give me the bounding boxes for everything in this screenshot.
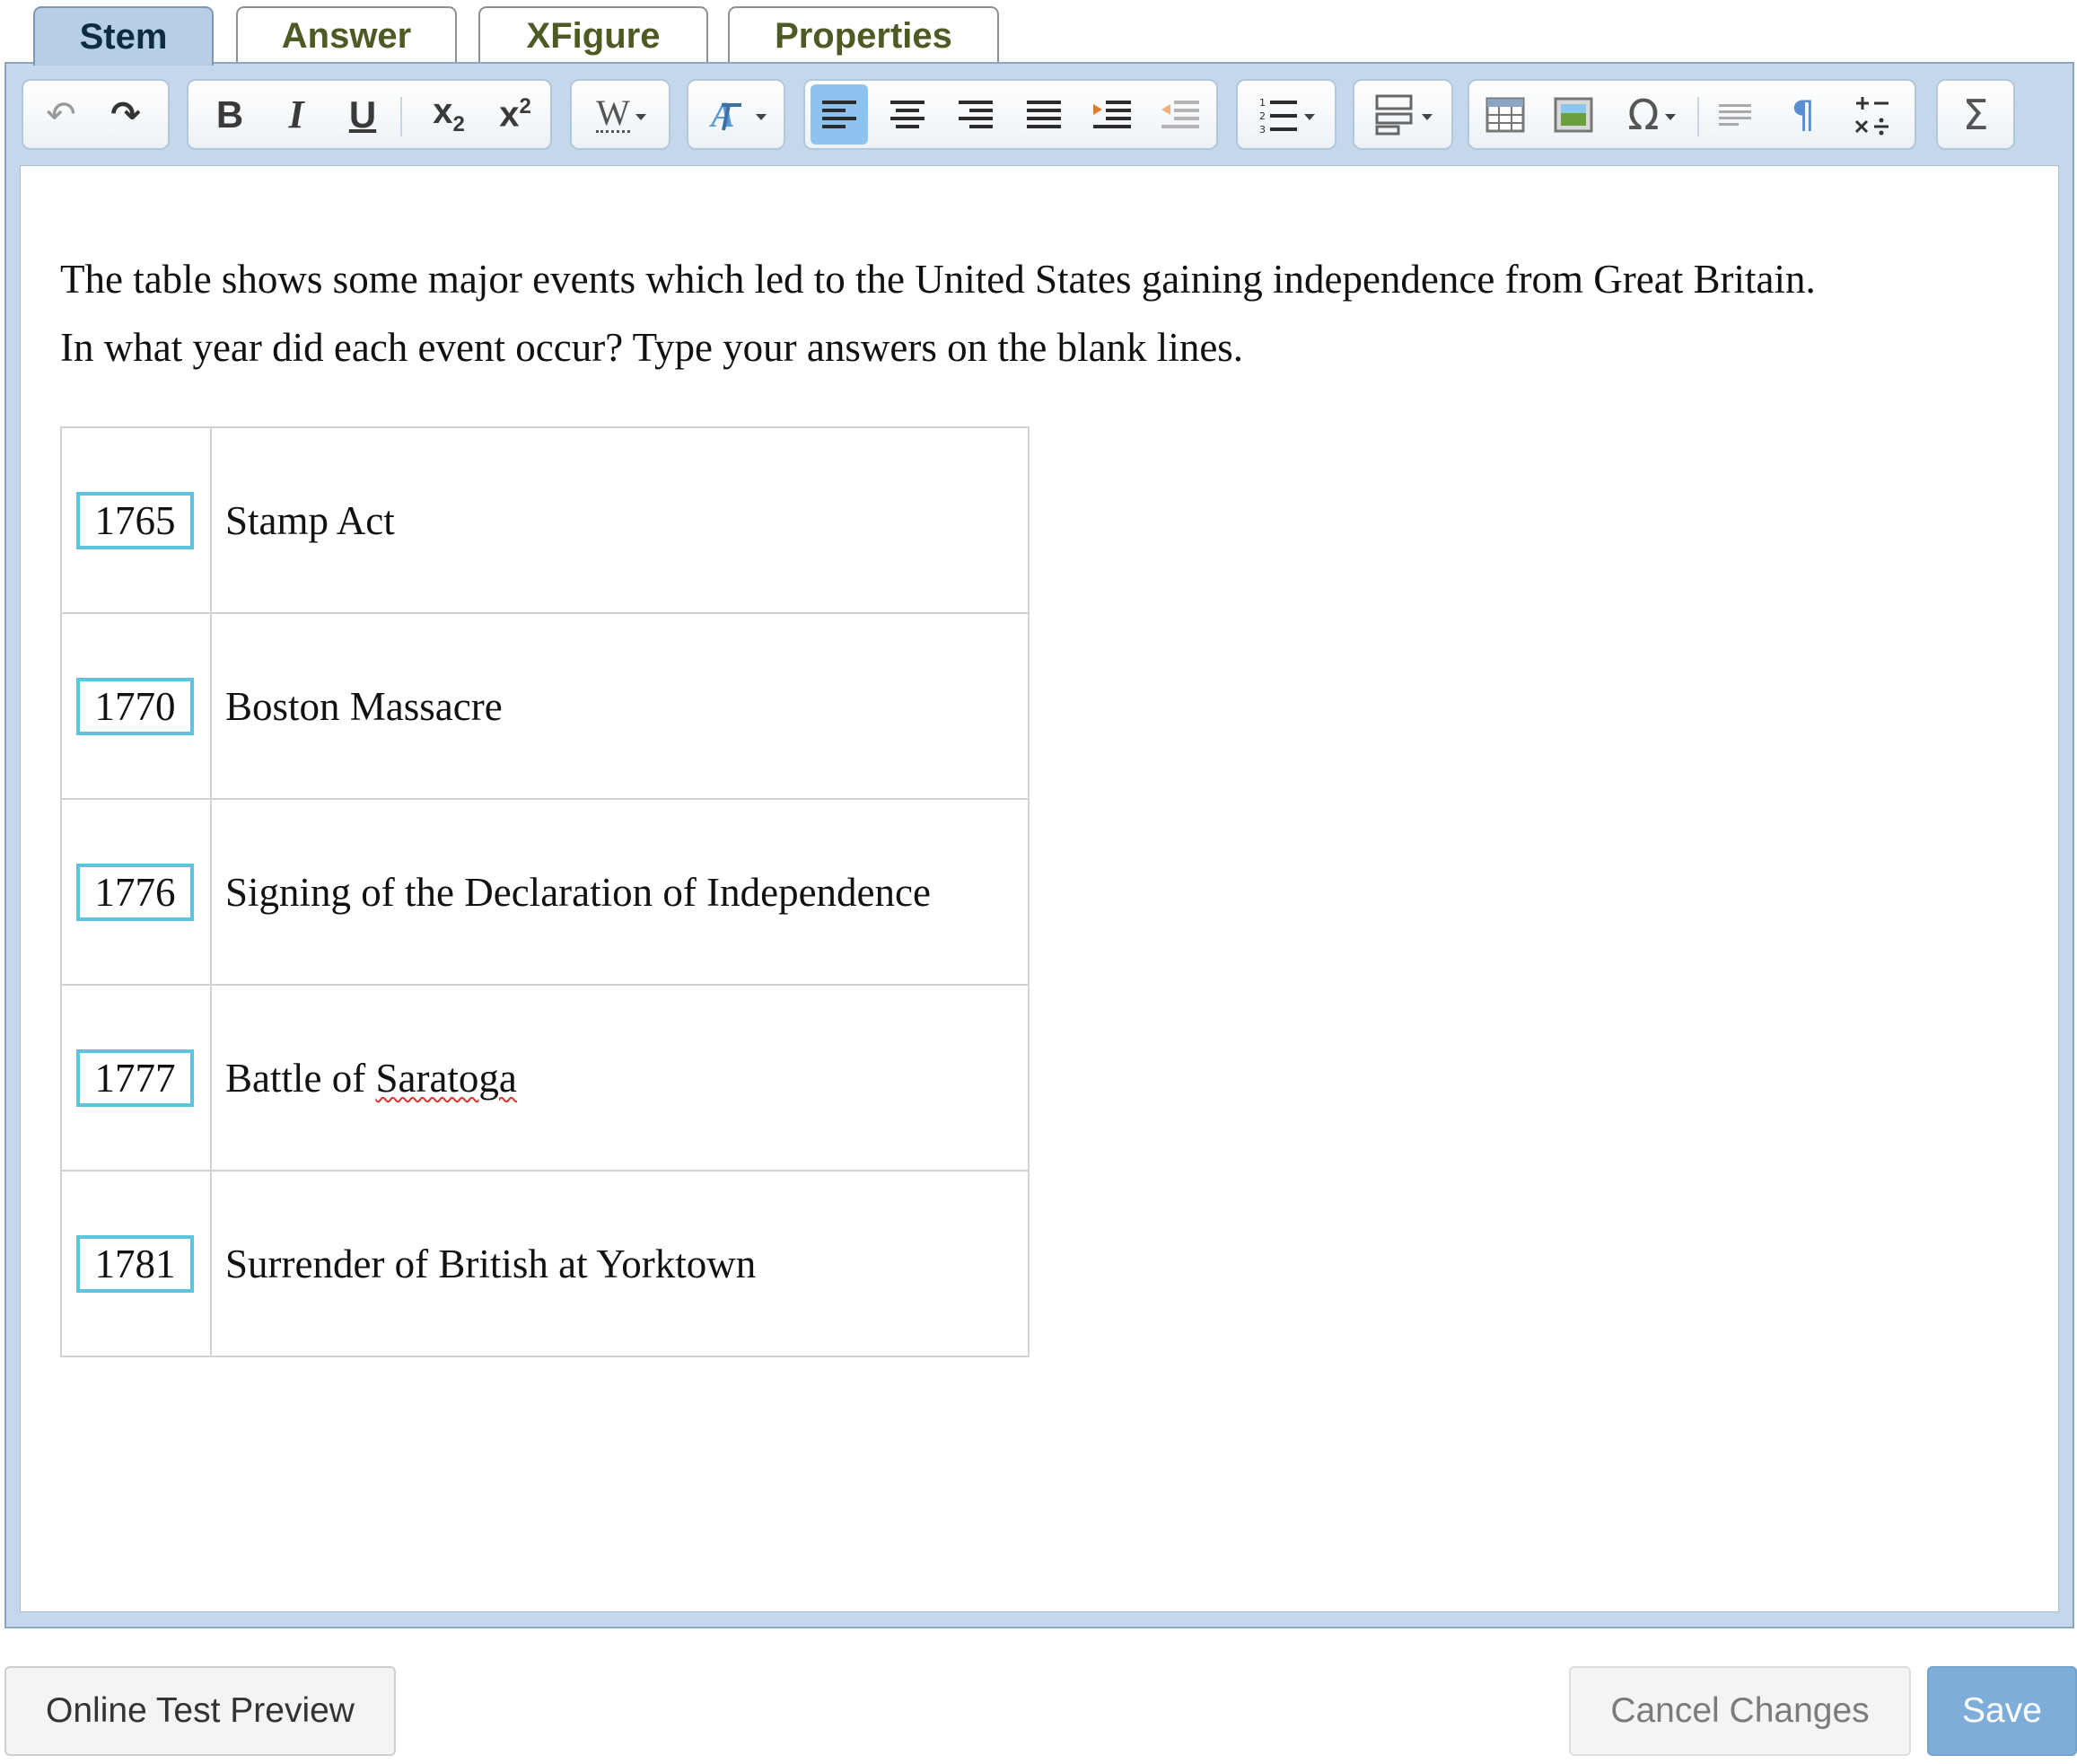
insert-layout-icon[interactable] — [1363, 84, 1444, 145]
svg-text:1: 1 — [1259, 97, 1266, 109]
image-icon[interactable] — [1545, 84, 1602, 145]
event-cell: Battle of Saratoga — [210, 984, 1030, 1172]
bold-icon[interactable]: B — [201, 84, 259, 145]
answer-blank[interactable]: 1776 — [76, 863, 194, 921]
svg-text:3: 3 — [1259, 124, 1266, 135]
sigma-icon[interactable]: Σ — [1947, 84, 2004, 145]
italic-icon[interactable]: I — [267, 84, 325, 145]
tab-xfigure[interactable]: XFigure — [478, 6, 708, 64]
table-row: 1781 Surrender of British at Yorktown — [60, 1170, 1030, 1357]
align-right-icon[interactable] — [947, 84, 1004, 145]
insert-group: Ω ¶ — [1468, 79, 1916, 150]
rich-text-editor: ↶ ↷ B I U x2 x2 W A 1 2 3 Ω ¶ Σ The tabl… — [4, 62, 2074, 1628]
event-text: Battle of — [225, 1055, 376, 1101]
pilcrow-icon[interactable]: ¶ — [1775, 84, 1832, 145]
events-table: 1765 Stamp Act 1770 Boston Massacre 1776… — [60, 426, 1030, 1357]
table-icon[interactable] — [1477, 84, 1534, 145]
editor-toolbar: ↶ ↷ B I U x2 x2 W A 1 2 3 Ω ¶ Σ — [6, 64, 2073, 165]
toolbar-separator — [1697, 97, 1699, 136]
editor-content[interactable]: The table shows some major events which … — [20, 165, 2059, 1612]
event-cell: Boston Massacre — [210, 612, 1030, 800]
math-operators-icon[interactable] — [1843, 84, 1900, 145]
list-group: 1 2 3 — [1236, 79, 1336, 150]
omega-icon[interactable]: Ω — [1613, 84, 1690, 145]
event-cell: Stamp Act — [210, 426, 1030, 614]
indent-icon[interactable] — [1083, 84, 1141, 145]
alignment-group — [803, 79, 1218, 150]
stem-question: The table shows some major events which … — [60, 245, 2035, 382]
tab-answer[interactable]: Answer — [236, 6, 457, 64]
answer-blank[interactable]: 1777 — [76, 1049, 194, 1107]
table-row: 1776 Signing of the Declaration of Indep… — [60, 798, 1030, 986]
year-cell: 1765 — [60, 426, 212, 614]
word-style-group: W — [570, 79, 670, 150]
numbered-list-icon[interactable]: 1 2 3 — [1247, 84, 1328, 145]
toolbar-separator — [400, 97, 402, 136]
align-center-icon[interactable] — [879, 84, 936, 145]
text-block-icon[interactable] — [1706, 84, 1764, 145]
text-color-icon[interactable]: A — [697, 84, 778, 145]
tab-stem[interactable]: Stem — [33, 6, 214, 66]
underline-icon[interactable]: U — [334, 84, 391, 145]
table-row: 1777 Battle of Saratoga — [60, 984, 1030, 1172]
undo-icon[interactable]: ↶ — [32, 84, 90, 145]
event-cell: Surrender of British at Yorktown — [210, 1170, 1030, 1357]
align-left-icon[interactable] — [811, 84, 868, 145]
year-cell: 1781 — [60, 1170, 212, 1357]
outdent-icon[interactable] — [1152, 84, 1209, 145]
text-color-group: A — [687, 79, 785, 150]
save-button[interactable]: Save — [1927, 1666, 2077, 1756]
history-group: ↶ ↷ — [22, 79, 170, 150]
answer-blank[interactable]: 1781 — [76, 1234, 194, 1293]
redo-icon[interactable]: ↷ — [97, 84, 154, 145]
table-row: 1770 Boston Massacre — [60, 612, 1030, 800]
svg-text:2: 2 — [1259, 110, 1266, 122]
answer-blank[interactable]: 1770 — [76, 677, 194, 735]
basic-styles-group: B I U x2 x2 — [187, 79, 552, 150]
justify-icon[interactable] — [1015, 84, 1073, 145]
year-cell: 1776 — [60, 798, 212, 986]
tab-properties[interactable]: Properties — [728, 6, 999, 64]
year-cell: 1777 — [60, 984, 212, 1172]
year-cell: 1770 — [60, 612, 212, 800]
stem-line-2: In what year did each event occur? Type … — [60, 325, 1244, 370]
stem-line-1: The table shows some major events which … — [60, 257, 1816, 302]
cancel-changes-button[interactable]: Cancel Changes — [1569, 1666, 1911, 1756]
misspelled-word[interactable]: Saratoga — [375, 1056, 516, 1101]
event-cell: Signing of the Declaration of Independen… — [210, 798, 1030, 986]
superscript-icon[interactable]: x2 — [486, 84, 544, 145]
equation-group: Σ — [1936, 79, 2015, 150]
answer-blank[interactable]: 1765 — [76, 491, 194, 549]
subscript-icon[interactable]: x2 — [420, 84, 478, 145]
layout-group — [1353, 79, 1453, 150]
online-test-preview-button[interactable]: Online Test Preview — [4, 1666, 396, 1756]
word-style-icon[interactable]: W — [581, 84, 662, 145]
table-row: 1765 Stamp Act — [60, 426, 1030, 614]
